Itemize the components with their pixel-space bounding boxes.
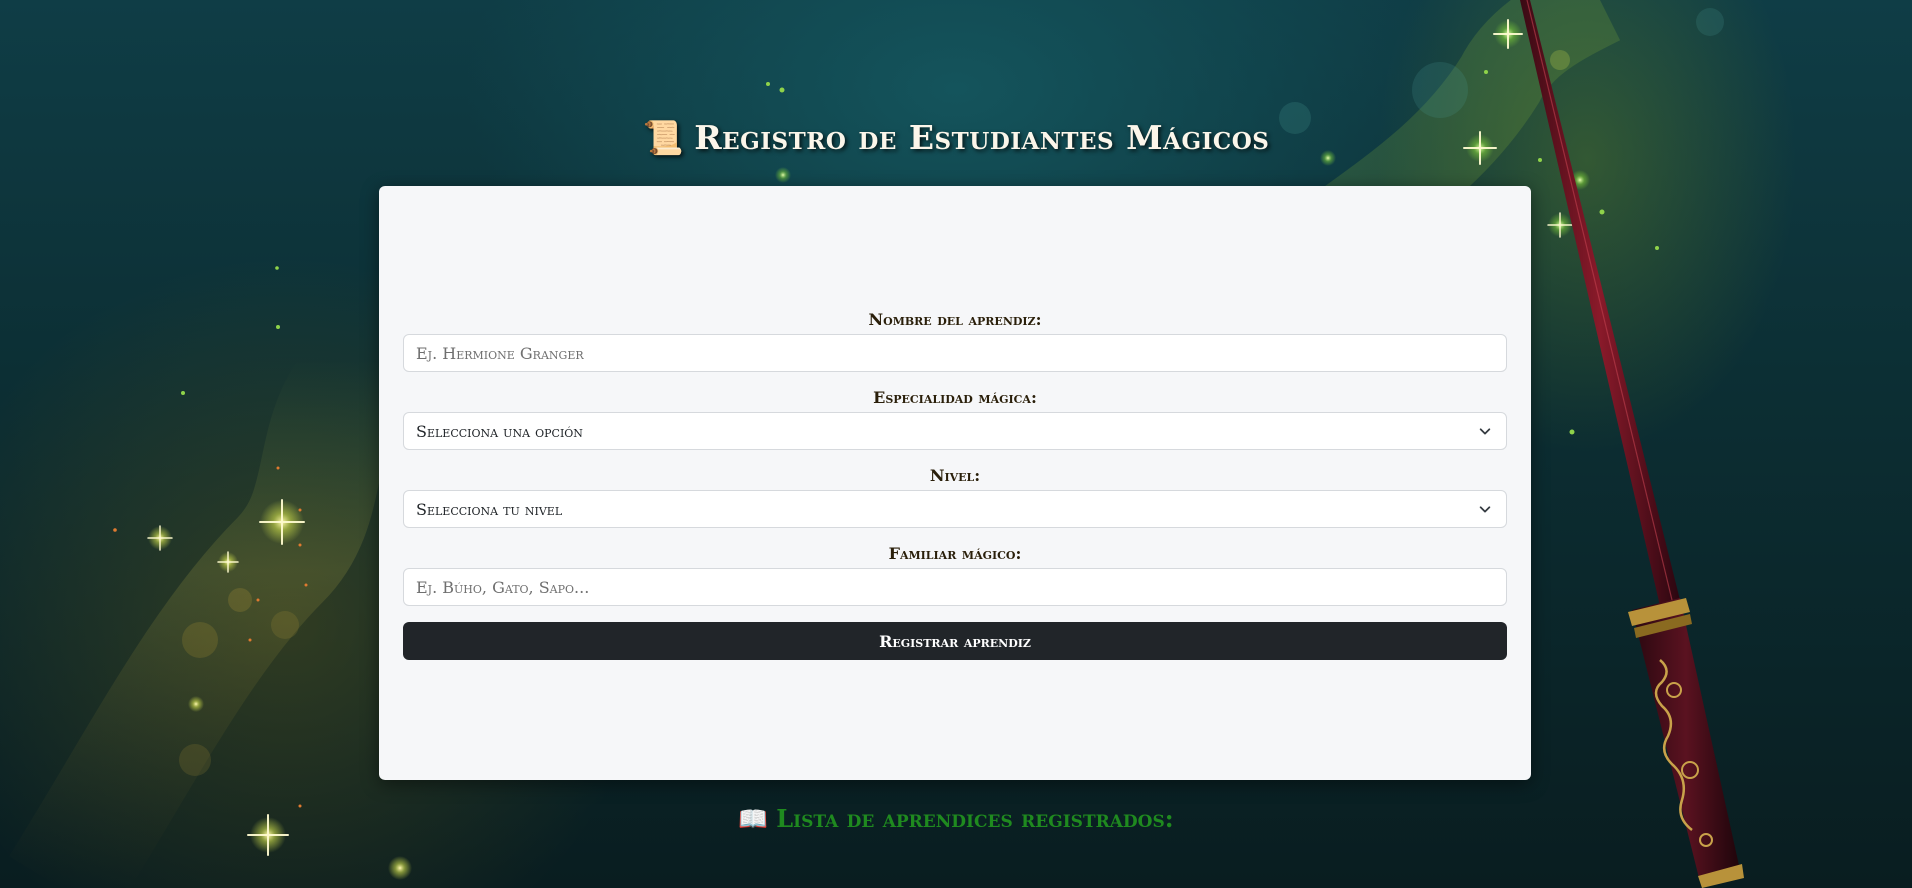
- specialty-field-group: Especialidad mágica: Selecciona una opci…: [403, 388, 1507, 450]
- specialty-select[interactable]: Selecciona una opción: [403, 412, 1507, 450]
- registration-form: Nombre del aprendiz: Especialidad mágica…: [403, 310, 1507, 660]
- students-list-title: 📖 Lista de aprendices registrados:: [0, 804, 1912, 833]
- page-title-text: Registro de Estudiantes Mágicos: [694, 118, 1270, 157]
- scroll-icon: 📜: [642, 118, 685, 157]
- level-field-group: Nivel: Selecciona tu nivel: [403, 466, 1507, 528]
- open-book-icon: 📖: [738, 804, 769, 833]
- chevron-down-icon: [1479, 506, 1491, 513]
- name-input[interactable]: [403, 334, 1507, 372]
- specialty-label: Especialidad mágica:: [873, 388, 1037, 407]
- familiar-field-group: Familiar mágico:: [403, 544, 1507, 606]
- register-button[interactable]: Registrar aprendiz: [403, 622, 1507, 660]
- name-field-group: Nombre del aprendiz:: [403, 310, 1507, 372]
- familiar-label: Familiar mágico:: [888, 544, 1022, 563]
- chevron-down-icon: [1479, 428, 1491, 435]
- students-list-title-text: Lista de aprendices registrados:: [776, 804, 1174, 833]
- familiar-input[interactable]: [403, 568, 1507, 606]
- level-label: Nivel:: [929, 466, 981, 485]
- page-title: 📜 Registro de Estudiantes Mágicos: [0, 118, 1912, 158]
- specialty-selected-value: Selecciona una opción: [416, 421, 583, 441]
- name-label: Nombre del aprendiz:: [868, 310, 1042, 329]
- level-select[interactable]: Selecciona tu nivel: [403, 490, 1507, 528]
- level-selected-value: Selecciona tu nivel: [416, 499, 563, 519]
- registration-card: Nombre del aprendiz: Especialidad mágica…: [379, 186, 1531, 780]
